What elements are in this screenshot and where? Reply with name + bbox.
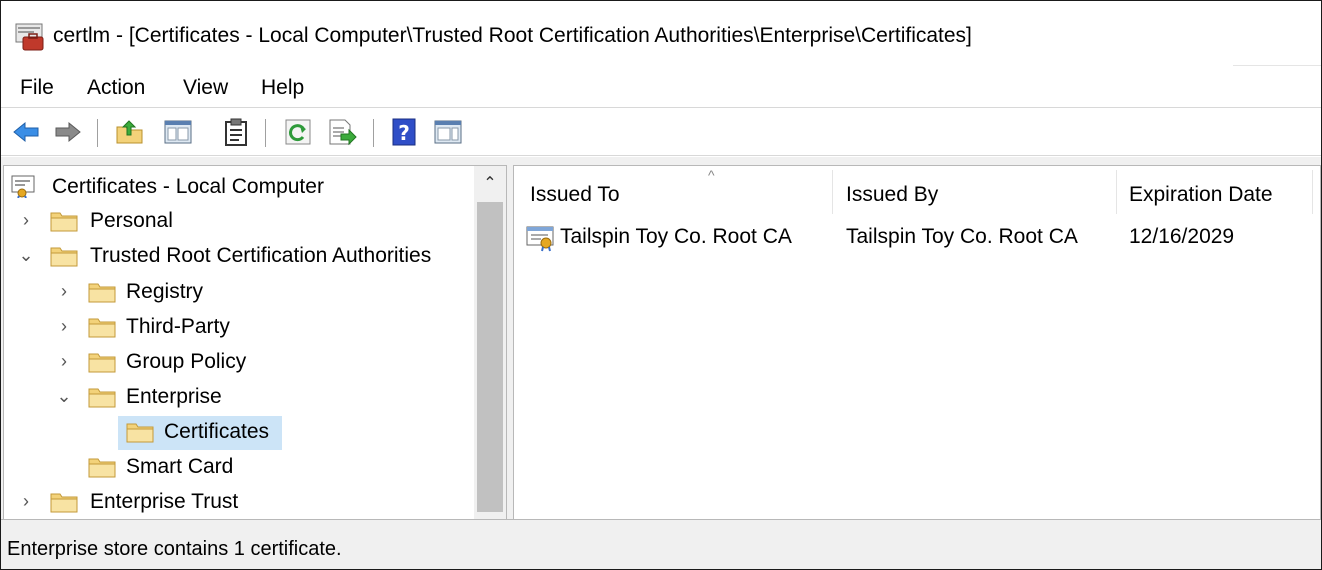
results-list-pane: ^ Issued To Issued By Expiration Date Ta… <box>513 165 1321 521</box>
cell-expiration-date: 12/16/2029 <box>1129 225 1235 248</box>
tree-item-third-party[interactable]: › Third-Party <box>4 311 474 343</box>
certlm-app-icon <box>15 23 45 51</box>
toolbar: ? <box>1 109 1321 155</box>
column-header-expiration-date[interactable]: Expiration Date <box>1129 182 1273 208</box>
show-hide-console-tree-icon[interactable] <box>163 117 193 147</box>
properties-clipboard-icon[interactable] <box>221 117 251 147</box>
chevron-right-icon[interactable]: › <box>56 316 72 336</box>
console-tree-pane: Certificates - Local Computer › Personal… <box>3 165 507 521</box>
tree-item-label: Enterprise <box>126 385 222 408</box>
tree-item-label: Certificates - Local Computer <box>52 175 324 198</box>
menu-action[interactable]: Action <box>87 76 145 100</box>
title-divider <box>1233 65 1321 66</box>
status-text: Enterprise store contains 1 certificate. <box>7 538 342 560</box>
action-pane-icon[interactable] <box>433 117 463 147</box>
title-bar: certlm - [Certificates - Local Computer\… <box>1 1 1321 67</box>
menu-view[interactable]: View <box>183 76 228 100</box>
certificate-store-icon <box>10 174 38 199</box>
svg-text:?: ? <box>398 121 410 145</box>
folder-icon <box>88 279 116 303</box>
table-row[interactable]: Tailspin Toy Co. Root CA Tailspin Toy Co… <box>514 218 1320 254</box>
cell-issued-by: Tailspin Toy Co. Root CA <box>846 225 1078 248</box>
scroll-up-arrow-icon[interactable]: ⌃ <box>474 166 506 202</box>
tree-item-registry[interactable]: › Registry <box>4 276 474 308</box>
tree-item-label: Personal <box>90 209 173 232</box>
chevron-right-icon[interactable]: › <box>18 491 34 511</box>
sort-ascending-icon: ^ <box>708 167 715 183</box>
folder-icon <box>88 349 116 373</box>
toolbar-separator <box>97 119 98 147</box>
toolbar-divider <box>1 155 1321 156</box>
pane-area: Certificates - Local Computer › Personal… <box>1 157 1321 521</box>
tree-vertical-scrollbar[interactable]: ⌃ <box>474 166 506 520</box>
list-header: ^ Issued To Issued By Expiration Date <box>514 166 1320 216</box>
up-folder-icon[interactable] <box>115 117 145 147</box>
folder-icon <box>50 243 78 267</box>
tree-item-certificates-local-computer[interactable]: Certificates - Local Computer <box>4 171 474 203</box>
status-bar: Enterprise store contains 1 certificate. <box>1 519 1321 569</box>
column-divider[interactable] <box>1312 170 1313 214</box>
tree-item-certificates[interactable]: Certificates <box>4 416 474 450</box>
chevron-right-icon[interactable]: › <box>56 281 72 301</box>
tree-item-personal[interactable]: › Personal <box>4 205 474 237</box>
tree-item-trusted-root-certification-authorities[interactable]: ⌄ Trusted Root Certification Authorities <box>4 240 474 272</box>
tree-item-label: Trusted Root Certification Authorities <box>90 244 432 267</box>
back-arrow-icon[interactable] <box>11 117 41 147</box>
tree-item-label: Certificates <box>164 420 270 443</box>
folder-icon <box>88 454 116 478</box>
tree-item-label: Third-Party <box>126 315 230 338</box>
folder-icon <box>50 208 78 232</box>
tree-item-label: Registry <box>126 280 204 303</box>
tree-item-enterprise[interactable]: ⌄ Enterprise <box>4 381 474 413</box>
column-header-issued-to[interactable]: Issued To <box>530 182 620 208</box>
window-title: certlm - [Certificates - Local Computer\… <box>53 24 972 47</box>
chevron-right-icon[interactable]: › <box>18 210 34 230</box>
tree-item-smart-card[interactable]: Smart Card <box>4 451 474 483</box>
menu-divider <box>1 107 1321 108</box>
cell-issued-to: Tailspin Toy Co. Root CA <box>560 225 792 248</box>
certificate-icon <box>526 224 556 252</box>
menu-help[interactable]: Help <box>261 76 304 100</box>
menu-bar: File Action View Help <box>1 67 1321 107</box>
help-icon[interactable]: ? <box>389 117 419 147</box>
refresh-icon[interactable] <box>283 117 313 147</box>
tree-item-group-policy[interactable]: › Group Policy <box>4 346 474 378</box>
column-divider[interactable] <box>1116 170 1117 214</box>
export-list-icon[interactable] <box>327 117 357 147</box>
chevron-down-icon[interactable]: ⌄ <box>18 245 34 265</box>
column-header-issued-by[interactable]: Issued By <box>846 182 938 208</box>
folder-icon <box>50 489 78 513</box>
folder-icon <box>88 314 116 338</box>
menu-file[interactable]: File <box>20 76 54 100</box>
mmc-window: certlm - [Certificates - Local Computer\… <box>0 0 1322 570</box>
forward-arrow-icon[interactable] <box>53 117 83 147</box>
folder-icon <box>88 384 116 408</box>
toolbar-separator <box>265 119 266 147</box>
toolbar-separator <box>373 119 374 147</box>
scroll-thumb[interactable] <box>477 202 503 512</box>
tree-item-enterprise-trust[interactable]: › Enterprise Trust <box>4 486 474 518</box>
tree-item-label: Group Policy <box>126 350 247 373</box>
tree-item-label: Enterprise Trust <box>90 490 239 513</box>
chevron-right-icon[interactable]: › <box>56 351 72 371</box>
chevron-down-icon[interactable]: ⌄ <box>56 386 72 406</box>
tree-item-label: Smart Card <box>126 455 234 478</box>
column-divider[interactable] <box>832 170 833 214</box>
folder-icon <box>126 419 154 443</box>
